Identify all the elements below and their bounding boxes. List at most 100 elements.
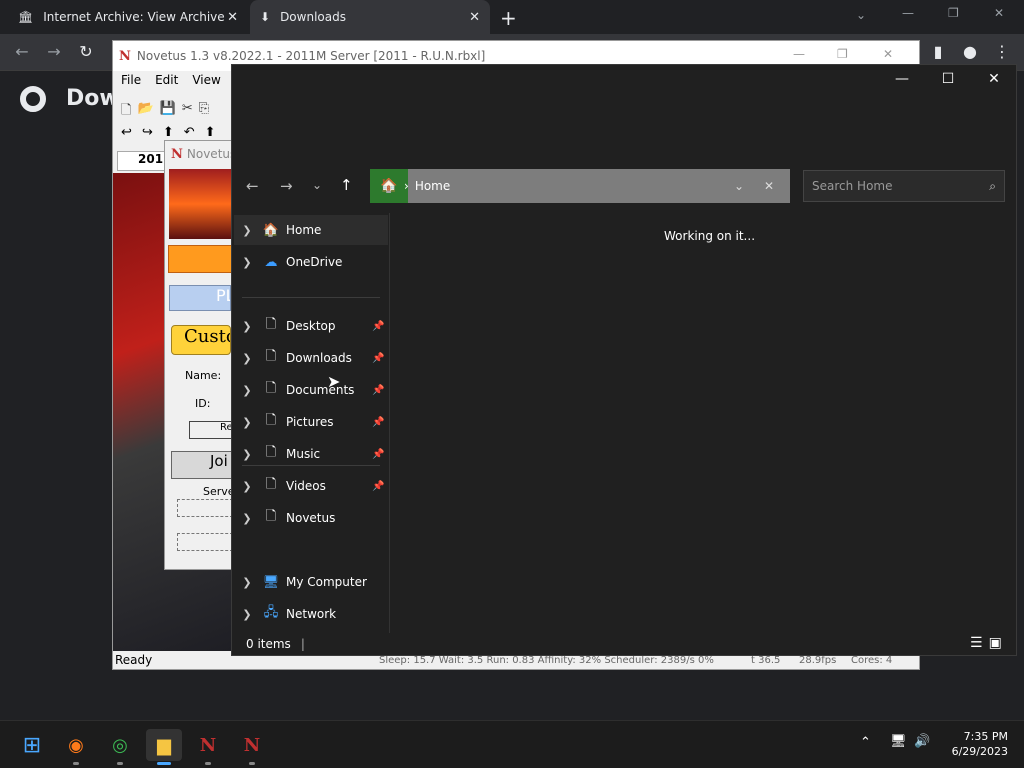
window-title: Novetus 1.3 v8.2022.1 - 2011M Server [20…: [136, 49, 486, 63]
restore-icon[interactable]: ❐: [837, 47, 848, 61]
expand-chevron-icon[interactable]: ❯: [234, 384, 260, 397]
close-tab-icon[interactable]: ✕: [227, 10, 238, 25]
firefox-icon[interactable]: ◉: [58, 729, 94, 765]
back-icon[interactable]: ←: [12, 42, 32, 62]
side-panel-icon[interactable]: ▮: [928, 42, 948, 62]
menu-edit[interactable]: Edit: [155, 73, 178, 87]
sidebar-item-home[interactable]: ❯ 🏠 Home: [234, 215, 388, 245]
close-tab-icon[interactable]: ✕: [469, 10, 480, 25]
menu-file[interactable]: File: [121, 73, 141, 87]
address-dropdown-icon[interactable]: ⌄: [734, 179, 764, 193]
redo-icon[interactable]: ↪: [142, 125, 153, 140]
undo-icon[interactable]: ↩: [121, 125, 132, 140]
tab-internet-archive[interactable]: 🏛 Internet Archive: View Archive ✕: [8, 0, 248, 34]
clear-address-icon[interactable]: ✕: [764, 179, 790, 193]
back-icon[interactable]: ←: [246, 177, 259, 195]
play-button[interactable]: PL: [169, 285, 231, 311]
close-window-icon[interactable]: ✕: [980, 71, 1008, 89]
expand-chevron-icon[interactable]: ❯: [234, 320, 260, 333]
volume-icon[interactable]: 🔊: [914, 734, 930, 749]
rotate-icon[interactable]: ↶: [184, 125, 195, 140]
network-status-icon[interactable]: 🖥: [890, 734, 907, 749]
sidebar-item-network[interactable]: ❯ 🖧 Network: [234, 599, 388, 629]
tab-downloads[interactable]: ⬇ Downloads ✕: [250, 0, 490, 34]
sidebar-item-pictures[interactable]: ❯ 🗋 Pictures 📌: [234, 407, 388, 437]
file-icon: 🗋: [265, 317, 277, 332]
forward-icon[interactable]: →: [44, 42, 64, 62]
move-up-icon[interactable]: ⬆: [163, 125, 174, 140]
sidebar-item-label: OneDrive: [286, 255, 343, 269]
start-icon[interactable]: ⊞: [14, 729, 50, 761]
show-hidden-icons-icon[interactable]: ⌃: [860, 735, 871, 750]
status-fps: 28.9fps: [799, 654, 837, 666]
new-tab-button[interactable]: +: [500, 6, 517, 30]
sidebar-item-novetus[interactable]: ❯ 🗋 Novetus: [234, 503, 388, 533]
sidebar-item-label: Videos: [286, 479, 326, 493]
menu-view[interactable]: View: [192, 73, 220, 87]
new-file-icon[interactable]: 🗋: [121, 101, 131, 123]
reload-icon[interactable]: ↻: [76, 42, 96, 62]
status-cores: Cores: 4: [851, 654, 893, 666]
minimize-icon[interactable]: —: [902, 6, 914, 20]
sidebar-item-my-computer[interactable]: ❯ 🖥 My Computer: [234, 567, 388, 597]
close-window-icon[interactable]: ✕: [883, 47, 893, 61]
sidebar-item-onedrive[interactable]: ❯ ☁ OneDrive: [234, 247, 388, 277]
toolbar-file: 🗋 📂 💾 ✂ ⎘: [121, 101, 209, 123]
tab-search-icon[interactable]: ⌄: [856, 8, 866, 22]
tab-place[interactable]: 201: [117, 151, 167, 171]
id-label: ID:: [195, 397, 211, 410]
menu-icon[interactable]: ⋮: [992, 42, 1012, 62]
customize-button[interactable]: Custo: [171, 325, 231, 355]
clock[interactable]: 7:35 PM 6/29/2023: [940, 729, 1008, 759]
breadcrumb-home[interactable]: Home: [415, 179, 734, 193]
name-label: Name:: [185, 369, 222, 382]
sidebar-item-desktop[interactable]: ❯ 🗋 Desktop 📌: [234, 311, 388, 341]
restore-icon[interactable]: ❐: [948, 6, 959, 20]
sidebar-item-downloads[interactable]: ❯ 🗋 Downloads 📌: [234, 343, 388, 373]
divider: [242, 465, 380, 466]
join-button[interactable]: Joi: [171, 451, 233, 479]
arrow-up-icon[interactable]: ⬆: [205, 125, 216, 140]
expand-chevron-icon[interactable]: ❯: [234, 224, 260, 237]
up-icon[interactable]: ↑: [340, 176, 353, 194]
expand-chevron-icon[interactable]: ❯: [234, 352, 260, 365]
expand-chevron-icon[interactable]: ❯: [234, 512, 260, 525]
sidebar-item-label: Pictures: [286, 415, 334, 429]
cut-icon[interactable]: ✂: [182, 101, 193, 123]
forward-icon[interactable]: →: [280, 177, 293, 195]
novetus-icon[interactable]: N: [190, 729, 226, 765]
address-bar[interactable]: 🏠 › Home ⌄ ✕: [370, 169, 790, 203]
expand-chevron-icon[interactable]: ❯: [234, 480, 260, 493]
tiles-view-icon[interactable]: ▣: [989, 635, 1002, 651]
novetus-icon[interactable]: N: [234, 729, 270, 765]
expand-chevron-icon[interactable]: ❯: [234, 576, 260, 589]
details-view-icon[interactable]: ☰: [970, 635, 983, 651]
chrome-icon[interactable]: ◎: [102, 729, 138, 765]
close-window-icon[interactable]: ✕: [994, 6, 1004, 20]
server-field[interactable]: [177, 499, 233, 517]
file-icon: 🗋: [265, 413, 277, 428]
sidebar-item-videos[interactable]: ❯ 🗋 Videos 📌: [234, 471, 388, 501]
profile-icon[interactable]: ●: [960, 42, 980, 62]
file-explorer-icon[interactable]: ▆: [146, 729, 182, 765]
expand-chevron-icon[interactable]: ❯: [234, 256, 260, 269]
expand-chevron-icon[interactable]: ❯: [234, 416, 260, 429]
port-field[interactable]: [177, 533, 233, 551]
open-folder-icon[interactable]: 📂: [137, 101, 153, 123]
minimize-icon[interactable]: —: [888, 71, 916, 89]
launcher-orange-button[interactable]: [168, 245, 232, 273]
expand-chevron-icon[interactable]: ❯: [234, 608, 260, 621]
computer-icon: 🖥: [262, 574, 280, 590]
save-icon[interactable]: 💾: [160, 101, 176, 123]
copy-icon[interactable]: ⎘: [199, 101, 209, 123]
home-icon: 🏠: [262, 222, 280, 238]
minimize-icon[interactable]: —: [793, 47, 805, 61]
search-input[interactable]: Search Home ⌕: [803, 170, 1005, 202]
sidebar-item-documents[interactable]: ❯ 🗋 Documents 📌: [234, 375, 388, 405]
item-count: 0 items |: [246, 637, 305, 651]
regenerate-button[interactable]: Re: [189, 421, 233, 439]
recent-locations-icon[interactable]: ⌄: [312, 178, 322, 192]
time: 7:35 PM: [963, 730, 1008, 743]
maximize-icon[interactable]: ☐: [934, 71, 962, 89]
expand-chevron-icon[interactable]: ❯: [234, 448, 260, 461]
